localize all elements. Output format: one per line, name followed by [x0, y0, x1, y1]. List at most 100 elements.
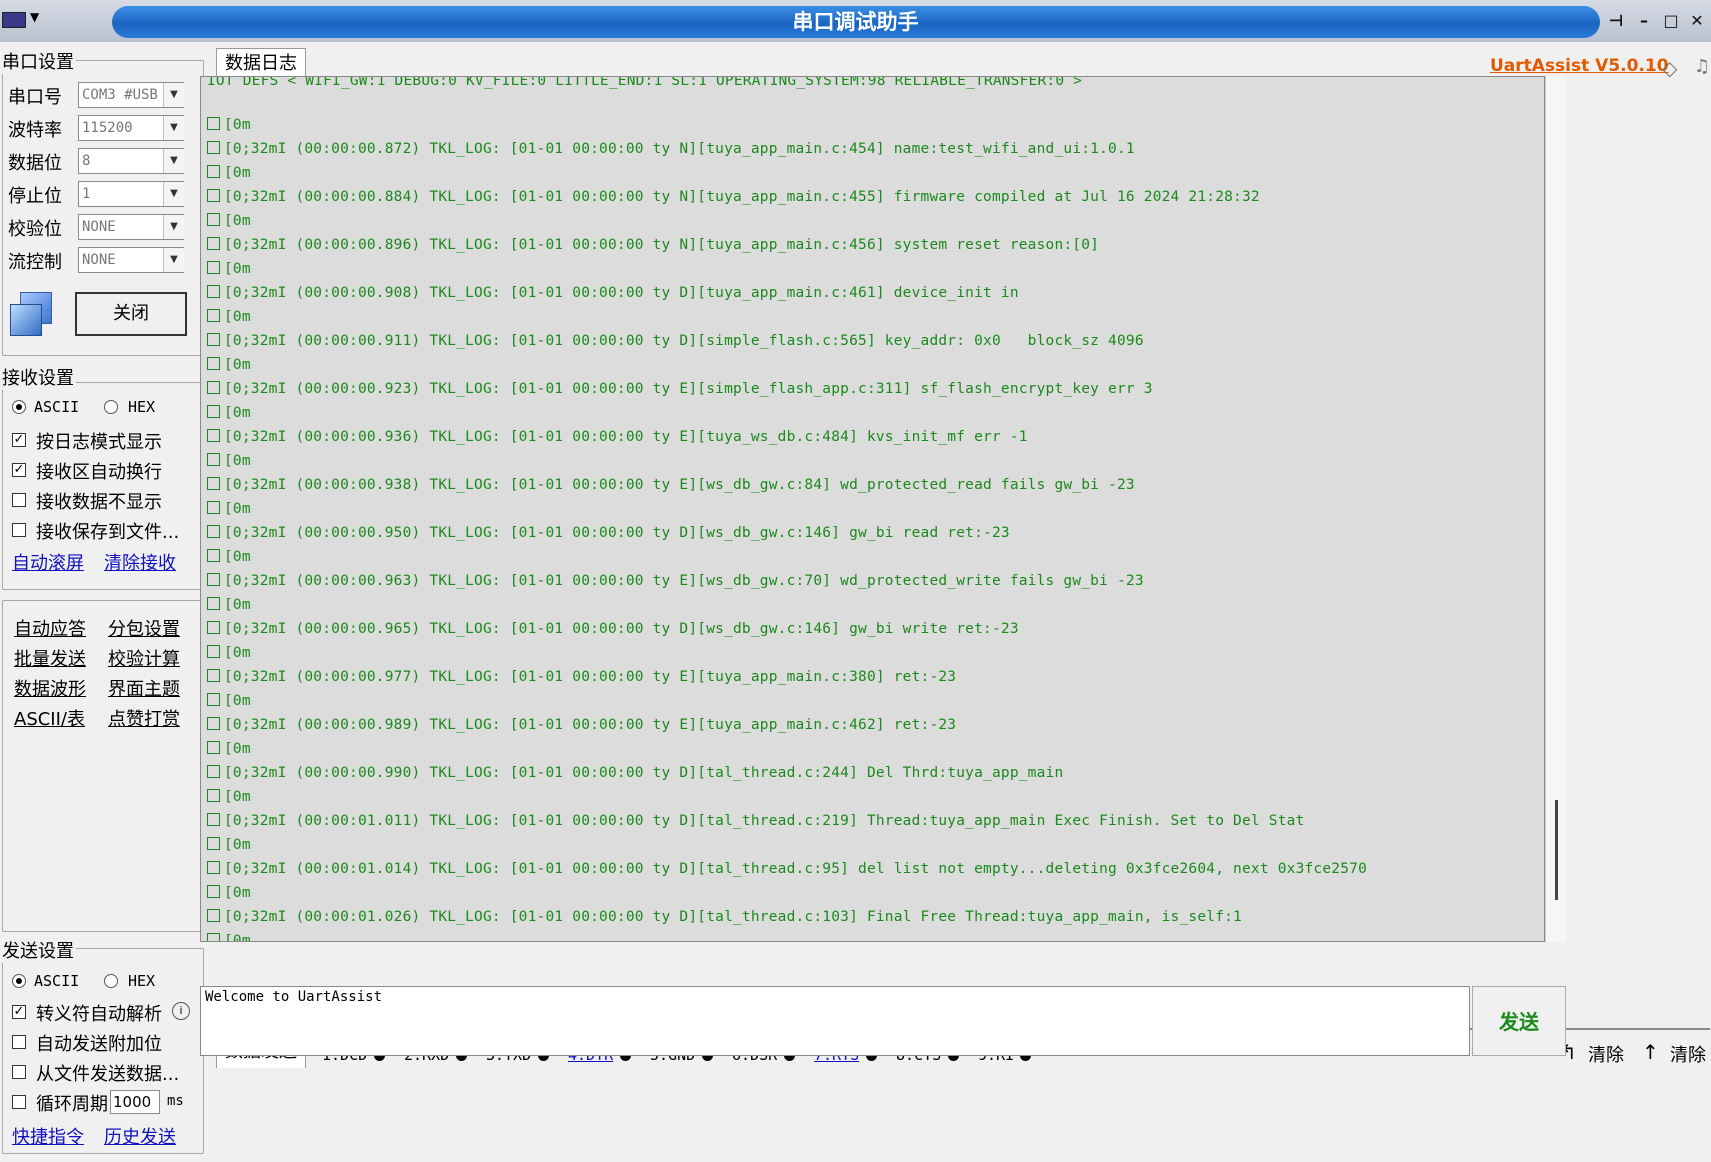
- tool-link[interactable]: 界面主题: [108, 675, 180, 701]
- receive-settings-title: 接收设置: [0, 364, 76, 390]
- period-input[interactable]: 1000: [110, 1090, 160, 1114]
- log-line-text: [0m: [224, 789, 251, 805]
- clear-send-button[interactable]: 清除: [1588, 1041, 1624, 1067]
- send-ascii-label: ASCII: [34, 972, 80, 990]
- log-line-text: [0;32mI (00:00:00.963) TKL_LOG: [01-01 0…: [224, 573, 1144, 589]
- log-line-box: [207, 429, 220, 442]
- port-icon: [8, 290, 56, 338]
- chevron-down-icon[interactable]: ▼: [163, 149, 184, 173]
- send-ascii-radio[interactable]: [12, 974, 26, 988]
- shortcut-commands-link[interactable]: 快捷指令: [12, 1123, 84, 1149]
- port-settings-title: 串口设置: [0, 48, 76, 74]
- tool-link[interactable]: 校验计算: [108, 645, 180, 671]
- log-line-box: [207, 741, 220, 754]
- log-line: [0m: [207, 597, 251, 613]
- log-line: [0;32mI (00:00:00.965) TKL_LOG: [01-01 0…: [207, 621, 1019, 637]
- log-line: [0m: [207, 117, 251, 133]
- log-line-box: [207, 237, 220, 250]
- log-line-text: [0m: [224, 549, 251, 565]
- send-option-checkbox[interactable]: [12, 1035, 26, 1049]
- minimize-button[interactable]: –: [1633, 10, 1655, 32]
- tool-link[interactable]: 点赞打赏: [108, 705, 180, 731]
- send-option-checkbox[interactable]: [12, 1065, 26, 1079]
- log-line-box: [207, 597, 220, 610]
- receive-hex-label: HEX: [128, 398, 156, 416]
- log-line-text: [0m: [224, 213, 251, 229]
- receive-option-checkbox[interactable]: ✓: [12, 433, 26, 447]
- chevron-down-icon[interactable]: ▼: [163, 248, 184, 272]
- log-line: [0;32mI (00:00:00.884) TKL_LOG: [01-01 0…: [207, 189, 1260, 205]
- field-label: 校验位: [8, 219, 62, 240]
- receive-option-checkbox[interactable]: [12, 523, 26, 537]
- log-line-box: [207, 381, 220, 394]
- log-line-box: [207, 717, 220, 730]
- chevron-down-icon[interactable]: ▼: [163, 83, 184, 107]
- log-line-text: [0;32mI (00:00:00.990) TKL_LOG: [01-01 0…: [224, 765, 1064, 781]
- log-line-box: [207, 885, 220, 898]
- tool-link[interactable]: 分包设置: [108, 615, 180, 641]
- pin-icon[interactable]: ⊣: [1605, 10, 1627, 32]
- send-option-checkbox[interactable]: [12, 1095, 26, 1109]
- receive-option-label: 接收保存到文件...: [36, 522, 180, 543]
- log-line: [0;32mI (00:00:00.977) TKL_LOG: [01-01 0…: [207, 669, 956, 685]
- log-line: [0;32mI (00:00:00.938) TKL_LOG: [01-01 0…: [207, 477, 1135, 493]
- log-line-text: [0m: [224, 261, 251, 277]
- log-line-box: [207, 789, 220, 802]
- log-line-box: [207, 813, 220, 826]
- log-line-text: [0m: [224, 165, 251, 181]
- clear-up-icon[interactable]: ↑: [1642, 1040, 1659, 1064]
- log-line-box: [207, 525, 220, 538]
- receive-option-label: 接收区自动换行: [36, 462, 162, 483]
- receive-ascii-radio[interactable]: [12, 400, 26, 414]
- log-line-text: [0;32mI (00:00:00.923) TKL_LOG: [01-01 0…: [224, 381, 1153, 397]
- bell-icon[interactable]: ♫: [1694, 56, 1710, 77]
- receive-option-label: 按日志模式显示: [36, 432, 162, 453]
- clear-receive-button[interactable]: 清除: [1670, 1041, 1706, 1067]
- log-line-text: [0;32mI (00:00:00.936) TKL_LOG: [01-01 0…: [224, 429, 1028, 445]
- log-line-text: [0;32mI (00:00:00.884) TKL_LOG: [01-01 0…: [224, 189, 1260, 205]
- version-link[interactable]: UartAssist V5.0.10: [1490, 56, 1669, 76]
- log-line: [0m: [207, 309, 251, 325]
- log-line-text: [0;32mI (00:00:00.989) TKL_LOG: [01-01 0…: [224, 717, 957, 733]
- history-send-link[interactable]: 历史发送: [104, 1123, 176, 1149]
- log-line: [0m: [207, 837, 251, 853]
- diamond-icon[interactable]: ◇: [1662, 56, 1677, 80]
- close-window-button[interactable]: ✕: [1686, 10, 1708, 32]
- tool-link[interactable]: 自动应答: [14, 615, 86, 641]
- receive-option-checkbox[interactable]: ✓: [12, 463, 26, 477]
- receive-log-area[interactable]: IOT DEFS < WIFI_GW:1 DEBUG:0 KV_FILE:0 L…: [200, 76, 1545, 942]
- log-line: [0;32mI (00:00:00.936) TKL_LOG: [01-01 0…: [207, 429, 1028, 445]
- log-line-box: [207, 141, 220, 154]
- clear-receive-link[interactable]: 清除接收: [104, 549, 176, 575]
- log-line: [0;32mI (00:00:00.950) TKL_LOG: [01-01 0…: [207, 525, 1010, 541]
- log-line-text: [0m: [224, 885, 251, 901]
- send-option-checkbox[interactable]: ✓: [12, 1005, 26, 1019]
- log-line: [0;32mI (00:00:01.026) TKL_LOG: [01-01 0…: [207, 909, 1242, 925]
- tool-link[interactable]: 批量发送: [14, 645, 86, 671]
- log-top-partial: IOT DEFS < WIFI_GW:1 DEBUG:0 KV_FILE:0 L…: [207, 76, 1083, 89]
- log-line-box: [207, 357, 220, 370]
- log-line-text: [0;32mI (00:00:00.896) TKL_LOG: [01-01 0…: [224, 237, 1100, 253]
- chevron-down-icon[interactable]: ▼: [163, 182, 184, 206]
- receive-hex-radio[interactable]: [104, 400, 118, 414]
- tool-link[interactable]: 数据波形: [14, 675, 86, 701]
- log-scrollbar-thumb[interactable]: [1555, 800, 1558, 900]
- receive-option-checkbox[interactable]: [12, 493, 26, 507]
- send-input[interactable]: Welcome to UartAssist: [200, 986, 1470, 1056]
- log-line: [0m: [207, 741, 251, 757]
- chevron-down-icon[interactable]: ▼: [163, 215, 184, 239]
- auto-scroll-link[interactable]: 自动滚屏: [12, 549, 84, 575]
- log-line-text: [0m: [224, 933, 251, 942]
- send-settings-title: 发送设置: [0, 937, 76, 963]
- log-line-box: [207, 453, 220, 466]
- log-line-text: [0m: [224, 405, 251, 421]
- close-port-button[interactable]: 关闭: [75, 292, 187, 336]
- info-icon[interactable]: i: [172, 1002, 190, 1020]
- send-hex-radio[interactable]: [104, 974, 118, 988]
- maximize-button[interactable]: □: [1660, 10, 1682, 32]
- chevron-down-icon[interactable]: ▼: [163, 116, 184, 140]
- tool-link[interactable]: ASCII/表: [14, 705, 85, 731]
- log-line-box: [207, 285, 220, 298]
- log-line-box: [207, 405, 220, 418]
- send-button[interactable]: 发送: [1472, 986, 1566, 1056]
